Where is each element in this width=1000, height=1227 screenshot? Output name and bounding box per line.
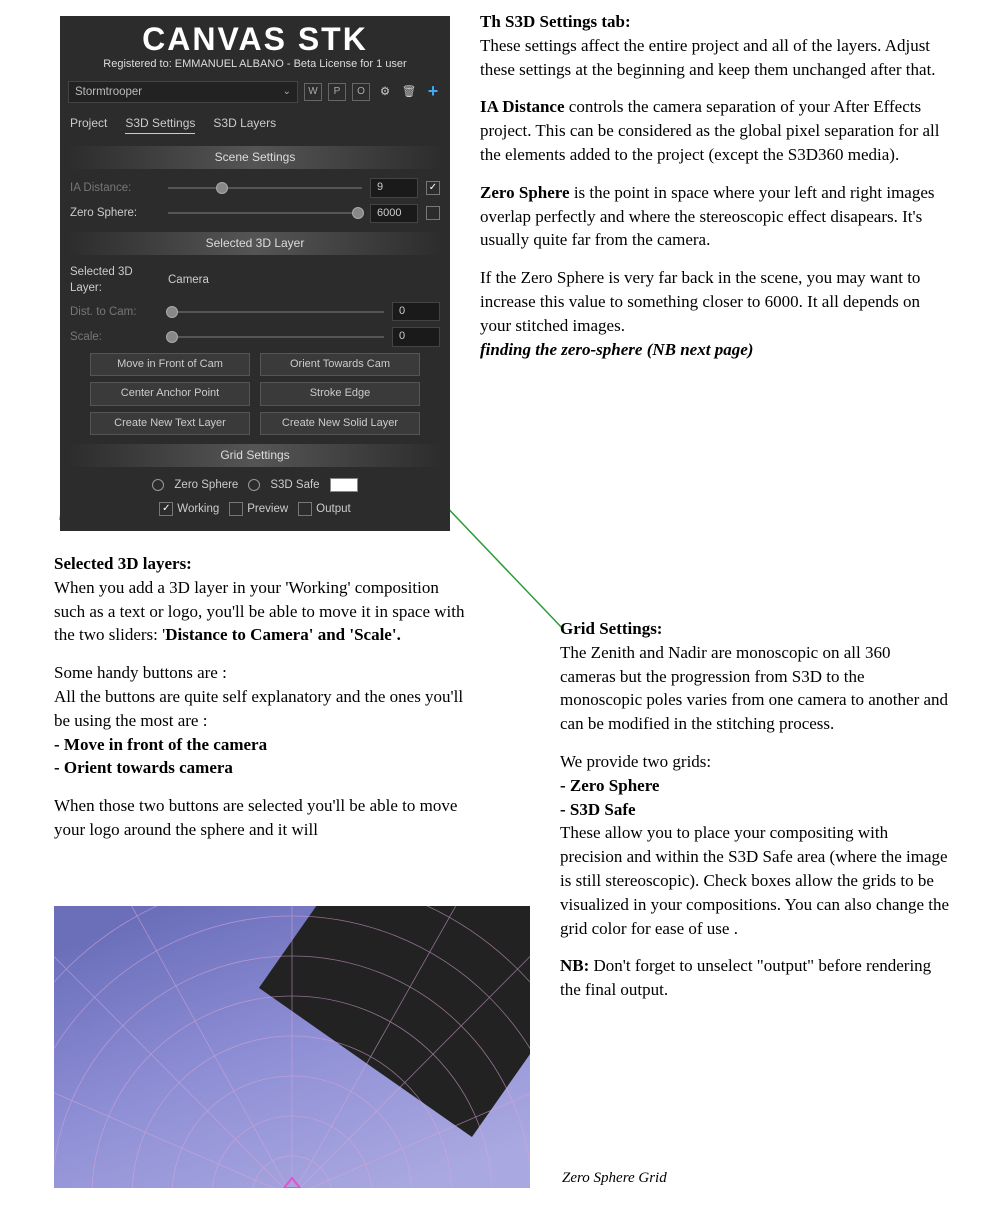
selected-layers-p4: When those two buttons are selected you'…: [54, 796, 457, 839]
zero-sphere-value[interactable]: 6000: [370, 204, 418, 223]
zero-sphere-checkbox[interactable]: [426, 206, 440, 220]
selected-layers-p2: Some handy buttons are :: [54, 663, 227, 682]
ia-heading: IA Distance: [480, 97, 565, 116]
stroke-edge-button[interactable]: Stroke Edge: [260, 382, 420, 405]
orient-button[interactable]: Orient Towards Cam: [260, 353, 420, 376]
output-checkbox[interactable]: [298, 502, 312, 516]
article-left-mid: Selected 3D layers: When you add a 3D la…: [54, 552, 474, 856]
zero-p4-italic: finding the zero-sphere (NB next page): [480, 340, 753, 359]
grid-p4b: Don't forget to unselect "output" before…: [560, 956, 931, 999]
selected-layers-li1: - Move in front of the camera: [54, 735, 267, 754]
image-caption: Zero Sphere Grid: [562, 1168, 667, 1189]
panel-logo: CANVAS STK: [66, 22, 444, 57]
grid-li2: - S3D Safe: [560, 800, 636, 819]
zero-p4: If the Zero Sphere is very far back in t…: [480, 268, 920, 335]
selected-layers-li2: - Orient towards camera: [54, 758, 233, 777]
selected-layer-label: Selected 3D Layer:: [70, 264, 160, 296]
plugin-panel: CANVAS STK Registered to: EMMANUEL ALBAN…: [60, 16, 450, 531]
selected-layer-header: Selected 3D Layer: [66, 232, 444, 255]
ia-distance-label: IA Distance:: [70, 180, 160, 196]
plus-icon[interactable]: +: [424, 83, 442, 101]
zero-heading: Zero Sphere: [480, 183, 570, 202]
grid-heading: Grid Settings:: [560, 619, 662, 638]
grid-p1: The Zenith and Nadir are monoscopic on a…: [560, 643, 948, 733]
grid-nb: NB:: [560, 956, 589, 975]
scene-settings-header: Scene Settings: [66, 146, 444, 169]
selected-layers-p1b: Distance to Camera' and 'Scale'.: [165, 625, 401, 644]
ia-distance-slider[interactable]: [168, 187, 362, 189]
zero-sphere-radio[interactable]: [152, 479, 164, 491]
project-dropdown[interactable]: Stormtrooper ⌄: [68, 81, 298, 103]
zero-sphere-label: Zero Sphere:: [70, 205, 160, 221]
new-text-button[interactable]: Create New Text Layer: [90, 412, 250, 435]
tab-s3d-layers[interactable]: S3D Layers: [213, 115, 276, 135]
dist-to-cam-label: Dist. to Cam:: [70, 304, 160, 320]
w-icon[interactable]: W: [304, 83, 322, 101]
dist-to-cam-value[interactable]: 0: [392, 302, 440, 321]
scale-label: Scale:: [70, 329, 160, 345]
preview-checkbox[interactable]: [229, 502, 243, 516]
project-name: Stormtrooper: [75, 84, 142, 100]
gear-icon[interactable]: ⚙: [376, 83, 394, 101]
selected-layers-heading: Selected 3D layers:: [54, 554, 192, 573]
grid-p3: These allow you to place your compositin…: [560, 823, 949, 937]
move-front-button[interactable]: Move in Front of Cam: [90, 353, 250, 376]
trash-icon[interactable]: 🗑: [400, 83, 418, 101]
preview-label: Preview: [247, 501, 288, 517]
ia-distance-value[interactable]: 9: [370, 178, 418, 197]
article-right-mid: Grid Settings: The Zenith and Nadir are …: [560, 617, 950, 1016]
s3d-safe-radio-label: S3D Safe: [270, 477, 319, 493]
grid-p2: We provide two grids:: [560, 752, 711, 771]
tab-s3d-settings[interactable]: S3D Settings: [125, 115, 195, 135]
scale-slider[interactable]: [168, 336, 384, 338]
grid-color-swatch[interactable]: [330, 478, 358, 492]
s3d-tab-heading: Th S3D Settings tab:: [480, 12, 631, 31]
p-icon[interactable]: P: [328, 83, 346, 101]
output-label: Output: [316, 501, 351, 517]
new-solid-button[interactable]: Create New Solid Layer: [260, 412, 420, 435]
dist-to-cam-slider[interactable]: [168, 311, 384, 313]
zero-sphere-grid-image: [54, 906, 530, 1188]
selected-layers-p3: All the buttons are quite self explanato…: [54, 687, 463, 730]
zero-sphere-radio-label: Zero Sphere: [174, 477, 238, 493]
article-top-right: Th S3D Settings tab: These settings affe…: [480, 10, 950, 375]
o-icon[interactable]: O: [352, 83, 370, 101]
zero-sphere-slider[interactable]: [168, 212, 362, 214]
s3d-tab-p1: These settings affect the entire project…: [480, 36, 936, 79]
grid-settings-header: Grid Settings: [66, 444, 444, 467]
scale-value[interactable]: 0: [392, 327, 440, 346]
s3d-safe-radio[interactable]: [248, 479, 260, 491]
registered-line: Registered to: EMMANUEL ALBANO - Beta Li…: [66, 57, 444, 72]
center-anchor-button[interactable]: Center Anchor Point: [90, 382, 250, 405]
working-checkbox[interactable]: [159, 502, 173, 516]
grid-li1: - Zero Sphere: [560, 776, 659, 795]
chevron-down-icon: ⌄: [283, 85, 291, 99]
ia-distance-checkbox[interactable]: [426, 181, 440, 195]
selected-layer-value: Camera: [168, 272, 209, 288]
working-label: Working: [177, 501, 219, 517]
tab-project[interactable]: Project: [70, 115, 107, 135]
